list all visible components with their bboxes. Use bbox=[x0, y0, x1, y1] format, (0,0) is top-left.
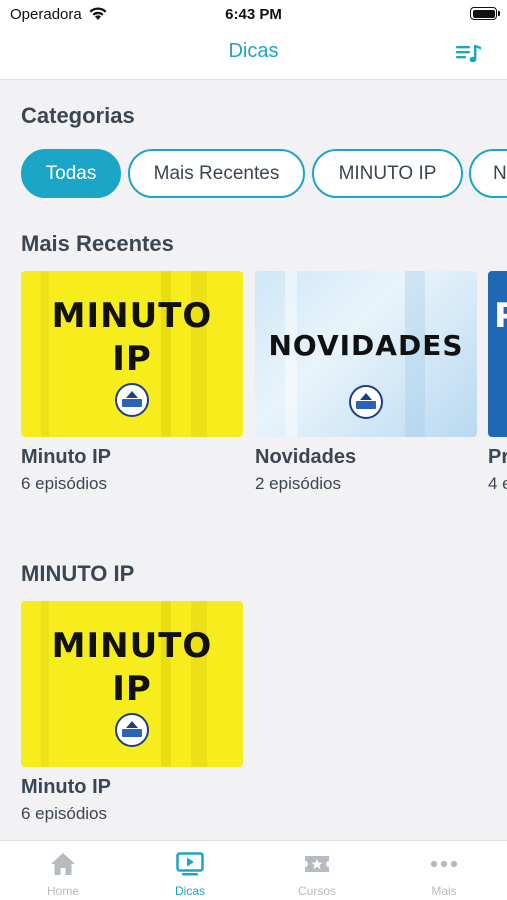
battery-icon bbox=[470, 7, 500, 20]
card-minuto-ip[interactable]: MINUTO IP Minuto IP 6 episódios bbox=[21, 271, 243, 494]
tab-label: Cursos bbox=[297, 884, 336, 898]
card-minuto-ip[interactable]: MINUTO IP Minuto IP 6 episódios bbox=[21, 601, 243, 824]
thumb-text-line1: MINUTO bbox=[51, 296, 213, 336]
card-novidades[interactable]: NOVIDADES Novidades 2 episódios bbox=[255, 271, 477, 494]
minuto-ip-row: MINUTO IP Minuto IP 6 episódios bbox=[21, 601, 507, 836]
thumb-text-line2: IP bbox=[112, 339, 152, 379]
card-episode-count: 4 e bbox=[488, 474, 507, 493]
more-dots-icon bbox=[430, 860, 458, 868]
chip-todas[interactable]: Todas bbox=[21, 149, 121, 198]
card-title: Novidades bbox=[255, 446, 357, 468]
chip-mais-recentes[interactable]: Mais Recentes bbox=[128, 149, 305, 198]
card-title: Minuto IP bbox=[21, 446, 111, 468]
card-episode-count: 2 episódios bbox=[255, 474, 342, 493]
card-title: Pr bbox=[488, 446, 507, 468]
playlist-icon[interactable] bbox=[455, 42, 483, 66]
status-bar: Operadora 6:43 PM bbox=[0, 0, 507, 28]
thumb-text-line1: P bbox=[488, 296, 507, 336]
page-title: Dicas bbox=[228, 40, 279, 62]
thumbnail-novidades: NOVIDADES bbox=[255, 271, 477, 437]
brand-logo bbox=[115, 713, 149, 747]
tab-mais[interactable]: Mais bbox=[381, 841, 507, 900]
home-icon bbox=[51, 853, 75, 875]
chip-minuto-ip[interactable]: MINUTO IP bbox=[312, 149, 463, 198]
thumbnail-minuto-ip: MINUTO IP bbox=[21, 271, 243, 437]
thumb-text-line1: NOVIDADES bbox=[268, 329, 464, 362]
category-chips: Todas Mais Recentes MINUTO IP N bbox=[21, 149, 507, 199]
tab-dicas[interactable]: Dicas bbox=[127, 841, 253, 900]
categories-title: Categorias bbox=[21, 103, 135, 128]
navigation-bar: Dicas bbox=[0, 28, 507, 80]
card-episode-count: 6 episódios bbox=[21, 804, 108, 823]
video-icon bbox=[176, 852, 204, 876]
tab-home[interactable]: Home bbox=[0, 841, 126, 900]
thumb-text-line2: IP bbox=[112, 669, 152, 709]
tab-label: Home bbox=[46, 884, 79, 898]
tab-label: Dicas bbox=[174, 884, 205, 898]
brand-logo bbox=[115, 383, 149, 417]
tab-cursos[interactable]: Cursos bbox=[254, 841, 380, 900]
thumb-text-line1: MINUTO bbox=[51, 626, 213, 666]
ticket-star-icon bbox=[305, 856, 329, 872]
chip-novidades-partial[interactable]: N bbox=[469, 149, 507, 198]
card-episode-count: 6 episódios bbox=[21, 474, 108, 493]
clock: 6:43 PM bbox=[225, 6, 282, 23]
section-title-mais-recentes: Mais Recentes bbox=[21, 231, 174, 256]
card-partial[interactable]: P Pr 4 e bbox=[488, 271, 507, 494]
brand-logo bbox=[349, 385, 383, 419]
tab-label: Mais bbox=[431, 884, 457, 898]
recent-row: MINUTO IP Minuto IP 6 episódios NOVIDADE… bbox=[21, 271, 507, 511]
tab-bar: Home Dicas Cursos Mais bbox=[0, 840, 507, 900]
thumbnail-minuto-ip: MINUTO IP bbox=[21, 601, 243, 767]
section-title-minuto-ip: MINUTO IP bbox=[21, 561, 135, 586]
thumbnail-partial: P bbox=[488, 271, 507, 437]
card-title: Minuto IP bbox=[21, 776, 111, 798]
